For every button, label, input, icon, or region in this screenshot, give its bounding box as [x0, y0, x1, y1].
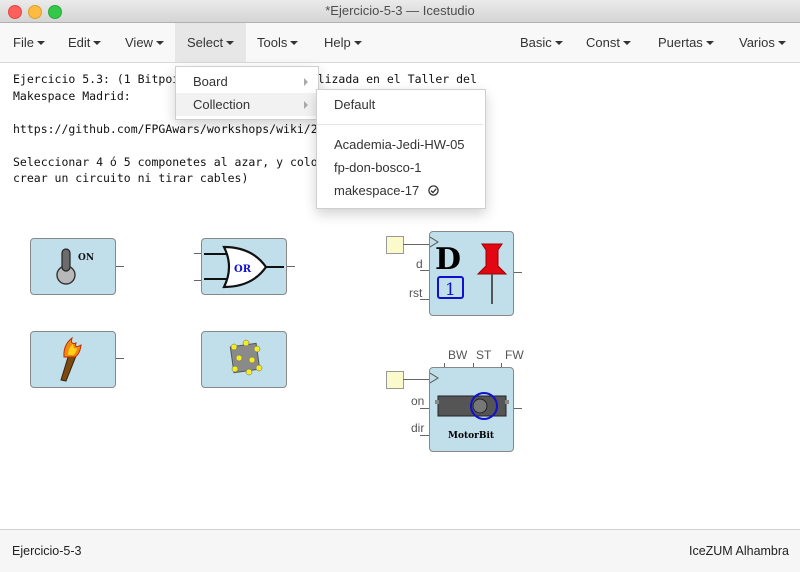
motor-on-pin[interactable] [420, 408, 429, 409]
switch-on-label: ON [78, 253, 94, 263]
motor-param-fw: FW [505, 348, 524, 362]
collection-default-label: Default [334, 97, 376, 112]
motor-clock-pin[interactable] [403, 379, 429, 380]
caret-down-icon [353, 41, 362, 45]
menu-select[interactable]: Select [175, 23, 247, 62]
info-line-3: https://github.com/FPGAwars/workshops/wi… [13, 121, 346, 136]
menu-basic-label: Basic [520, 35, 552, 50]
caret-down-icon [290, 41, 299, 45]
motor-dir-label: dir [411, 421, 425, 435]
or-label: OR [234, 264, 252, 275]
menu-varios[interactable]: Varios [727, 23, 798, 62]
motor-dir-pin[interactable] [420, 435, 429, 436]
pin-icon [476, 243, 508, 304]
toggle-switch-icon: ON [56, 248, 94, 285]
motor-block[interactable]: MotorBit [429, 367, 514, 452]
or-output-pin[interactable] [287, 266, 295, 267]
servo-motor-icon: MotorBit [429, 372, 509, 441]
motor-param-st: ST [476, 348, 492, 362]
caret-down-icon [705, 41, 714, 45]
submenu-arrow-icon [304, 101, 308, 109]
collection-default[interactable]: Default [317, 93, 483, 116]
collection-item-makespace[interactable]: makespace-17 [317, 179, 483, 202]
info-line-2: Makespace Madrid: [13, 88, 131, 103]
board-name[interactable]: IceZUM Alhambra [689, 530, 789, 572]
menu-view[interactable]: View [113, 23, 176, 62]
motor-output-pin[interactable] [514, 408, 522, 409]
caret-down-icon [777, 41, 786, 45]
project-name: Ejercicio-5-3 [12, 544, 82, 558]
menu-help-label: Help [324, 35, 351, 50]
menu-puertas-label: Puertas [658, 35, 703, 50]
collection-item-label: makespace-17 [334, 183, 420, 198]
menu-const[interactable]: Const [574, 23, 643, 62]
led-block[interactable] [30, 331, 116, 388]
dff-letter: D [435, 242, 461, 277]
window-title: *Ejercicio-5-3 — Icestudio [325, 3, 475, 18]
caret-down-icon [36, 41, 45, 45]
caret-down-icon [155, 41, 164, 45]
menu-basic[interactable]: Basic [508, 23, 575, 62]
menu-edit-label: Edit [68, 35, 91, 50]
menu-puertas[interactable]: Puertas [646, 23, 726, 62]
caret-down-icon [93, 41, 102, 45]
menu-help[interactable]: Help [312, 23, 374, 62]
or-gate-block[interactable]: OR [201, 238, 287, 295]
menu-view-label: View [125, 35, 153, 50]
caret-down-icon [622, 41, 631, 45]
menu-bar: File Edit View Select Tools Help Basic C… [0, 23, 800, 63]
dff-icon: D 1 [429, 236, 508, 304]
menu-file-label: File [13, 35, 34, 50]
title-bar: *Ejercicio-5-3 — Icestudio [0, 0, 800, 23]
dff-d-label: d [416, 257, 423, 271]
menu-separator [317, 124, 483, 125]
menu-item-board-label: Board [193, 74, 228, 89]
info-line-1: Ejercicio 5.3: (1 Bitpoint [13, 72, 194, 86]
motor-label: MotorBit [448, 431, 495, 441]
menu-item-collection[interactable]: Collection [176, 93, 316, 116]
check-circle-icon [428, 185, 439, 196]
torch-icon [60, 336, 82, 382]
info-line-5: crear un circuito ni tirar cables) [13, 171, 249, 185]
collection-item-label: fp-don-bosco-1 [334, 160, 422, 175]
switch-output-pin[interactable] [116, 266, 124, 267]
menu-item-collection-label: Collection [193, 97, 251, 112]
dff-output-pin[interactable] [514, 272, 522, 273]
dff-block[interactable]: D 1 [429, 231, 514, 316]
dff-init-value: 1 [445, 280, 456, 300]
or-gate-icon: OR [204, 245, 284, 289]
menu-varios-label: Varios [739, 35, 775, 50]
dice-block[interactable] [201, 331, 287, 388]
led-output-pin[interactable] [116, 358, 124, 359]
menu-tools-label: Tools [257, 35, 288, 50]
menu-file[interactable]: File [1, 23, 57, 62]
collection-item-fp-don-bosco[interactable]: fp-don-bosco-1 [317, 156, 483, 179]
switch-block[interactable]: ON [30, 238, 116, 295]
submenu-arrow-icon [304, 78, 308, 86]
caret-down-icon [554, 41, 563, 45]
clock-input[interactable] [386, 236, 404, 254]
select-dropdown: Board Collection [175, 66, 319, 120]
menu-item-board[interactable]: Board [176, 70, 316, 93]
caret-down-icon [226, 41, 235, 45]
info-line-4: Seleccionar 4 ó 5 componetes al azar, y … [13, 154, 346, 169]
motor-param-bw: BW [448, 348, 468, 362]
menu-const-label: Const [586, 35, 620, 50]
clock-input-pin[interactable] [403, 244, 429, 245]
motor-on-label: on [411, 394, 425, 408]
menu-tools[interactable]: Tools [245, 23, 310, 62]
dff-rst-label: rst [409, 286, 423, 300]
menu-select-label: Select [187, 35, 224, 50]
collection-submenu: Default Academia-Jedi-HW-05 fp-don-bosco… [316, 89, 486, 209]
status-bar: Ejercicio-5-3 IceZUM Alhambra [0, 529, 800, 572]
collection-item-academia[interactable]: Academia-Jedi-HW-05 [317, 133, 483, 156]
dice-icon [229, 339, 263, 376]
menu-edit[interactable]: Edit [56, 23, 113, 62]
motor-clock-input[interactable] [386, 371, 404, 389]
collection-item-label: Academia-Jedi-HW-05 [334, 137, 465, 152]
